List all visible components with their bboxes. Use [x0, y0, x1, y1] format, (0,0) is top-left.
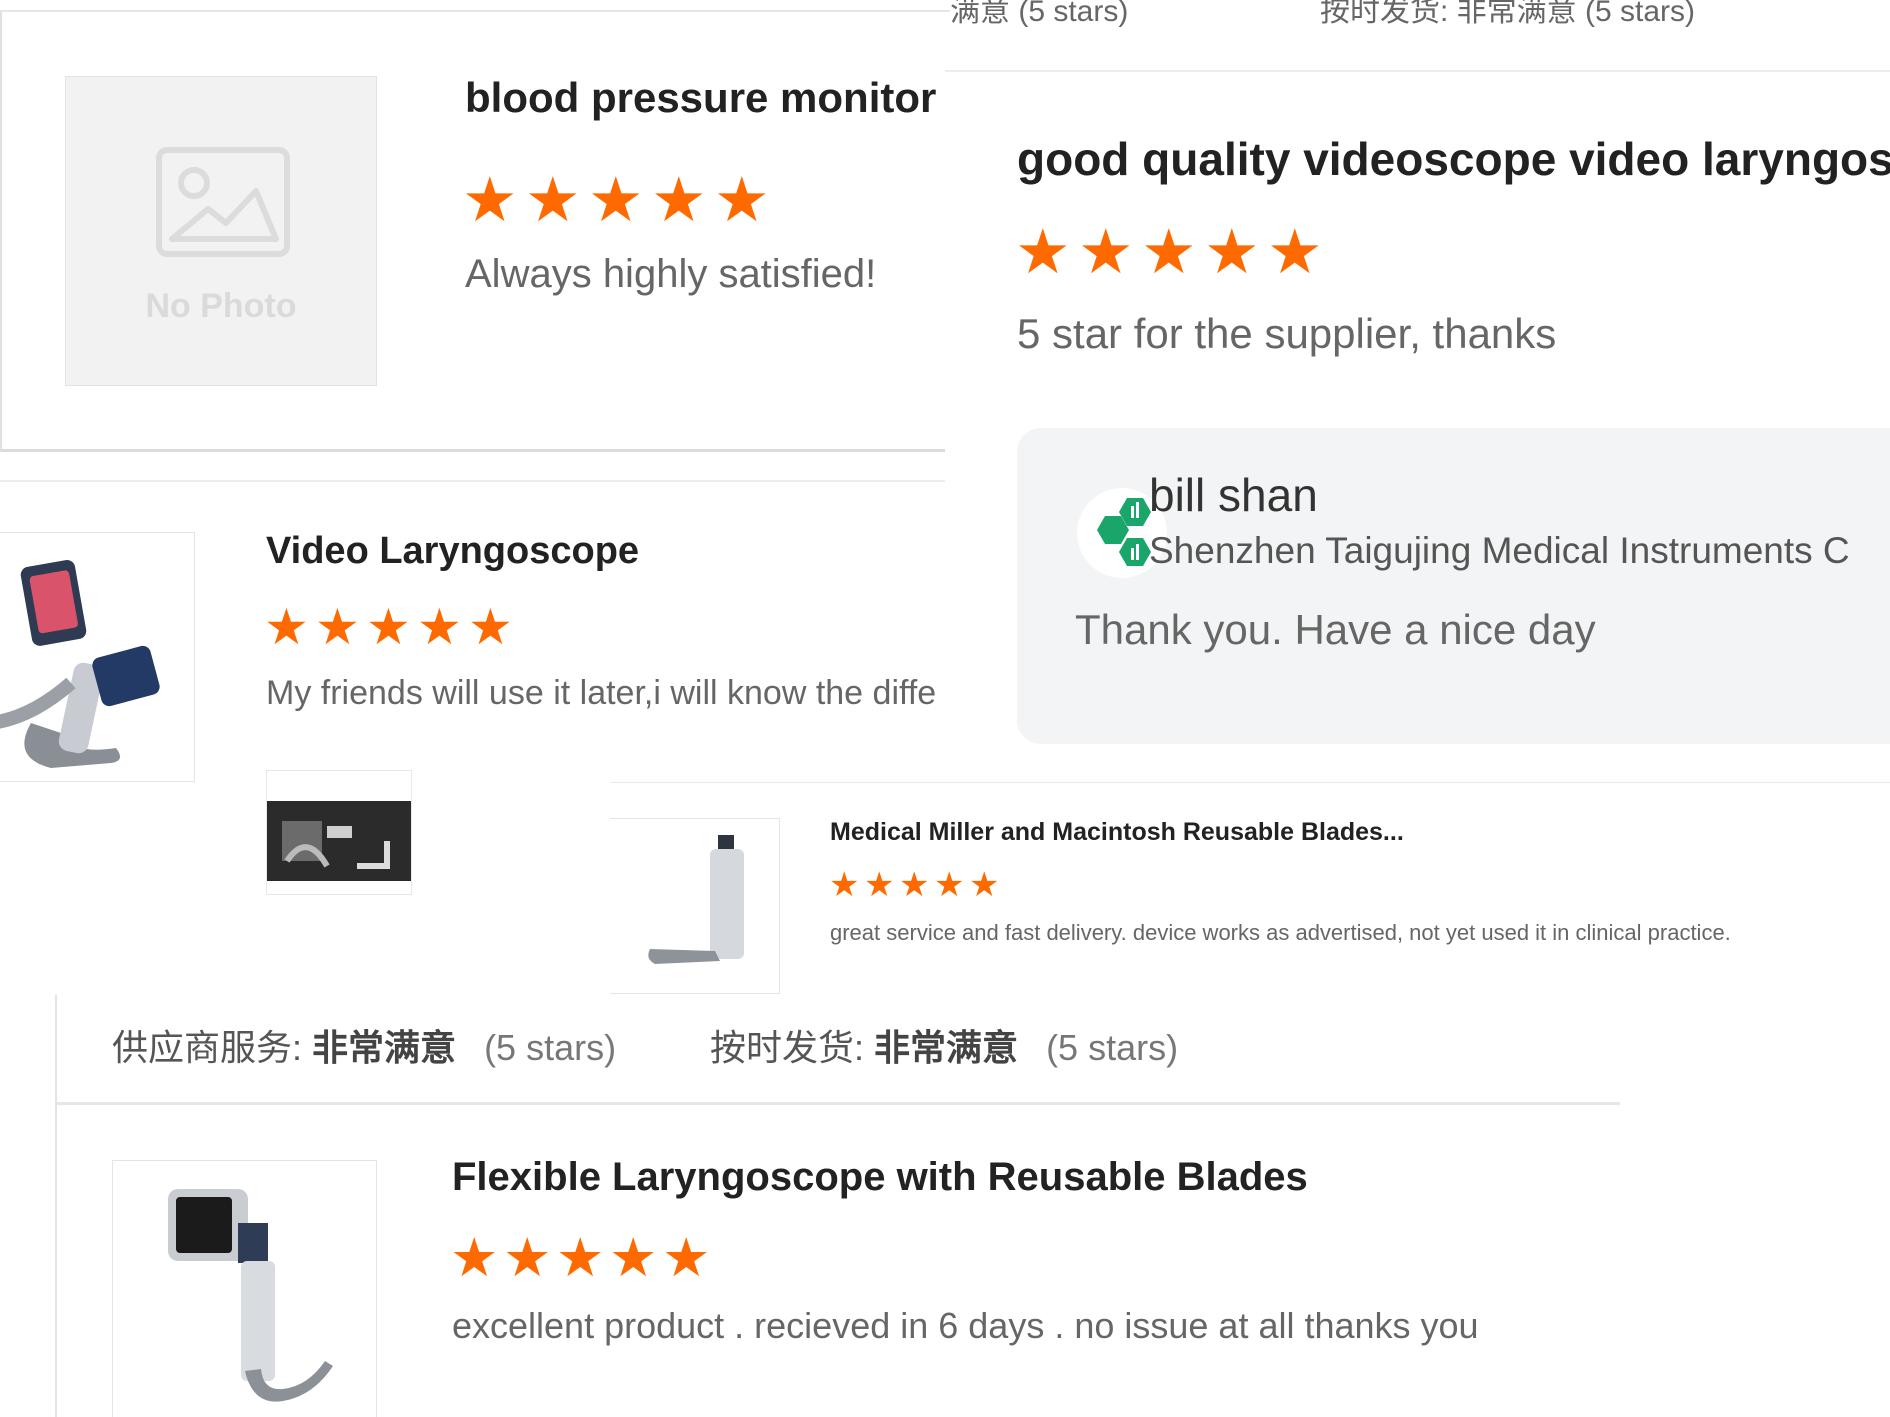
- no-photo-label: No Photo: [145, 287, 297, 325]
- laryngoscope-blade-image: [648, 835, 744, 964]
- review-2-product-title[interactable]: good quality videoscope video laryngosc: [1017, 132, 1890, 186]
- star-icon: ★: [1141, 218, 1197, 287]
- review-2-rating: ★ ★ ★ ★ ★: [1015, 222, 1330, 284]
- supplier-service-stars: (5 stars): [484, 1027, 617, 1068]
- review-card-5: 供应商服务: 非常满意 (5 stars) 按时发货: 非常满意 (5 star…: [0, 995, 1890, 1417]
- star-icon: ★: [662, 1228, 711, 1288]
- review-3-buyer-photo[interactable]: [266, 770, 412, 895]
- star-icon: ★: [864, 866, 895, 904]
- star-icon: ★: [899, 866, 930, 904]
- supplier-service-rating: 供应商服务: 非常满意 (5 stars): [112, 1019, 616, 1071]
- star-icon: ★: [1078, 218, 1134, 287]
- star-icon: ★: [714, 166, 770, 235]
- star-icon: ★: [462, 166, 518, 235]
- shipping-stars: (5 stars): [1046, 1027, 1179, 1068]
- supplier-reply: bill shan Shenzhen Taigujing Medical Ins…: [1017, 428, 1890, 744]
- star-icon: ★: [969, 866, 1000, 904]
- top-strip-fragment-right: 按时发货: 非常满意 (5 stars): [1320, 0, 1696, 28]
- review-1-product-title[interactable]: blood pressure monitor: [465, 74, 936, 122]
- review-4-product-title[interactable]: Medical Miller and Macintosh Reusable Bl…: [830, 818, 1404, 847]
- supplier-service-value: 非常满意: [312, 1027, 457, 1068]
- star-icon: ★: [556, 1228, 605, 1288]
- star-icon: ★: [609, 1228, 658, 1288]
- review-5-rating: ★ ★ ★ ★ ★: [450, 1231, 715, 1285]
- star-icon: ★: [651, 166, 707, 235]
- image-placeholder-icon: [156, 147, 290, 257]
- flexible-laryngoscope-image: [168, 1189, 333, 1402]
- review-4-rating: ★ ★ ★ ★ ★: [829, 868, 1004, 902]
- star-icon: ★: [450, 1228, 499, 1288]
- star-icon: ★: [1015, 218, 1071, 287]
- reply-company-name[interactable]: Shenzhen Taigujing Medical Instruments C: [1149, 530, 1850, 572]
- star-icon: ★: [417, 599, 462, 655]
- review-5-product-image[interactable]: [112, 1160, 377, 1417]
- star-icon: ★: [1204, 218, 1260, 287]
- reply-author-name: bill shan: [1149, 469, 1318, 521]
- supplier-service-label: 供应商服务:: [112, 1027, 303, 1068]
- review-1-rating: ★ ★ ★ ★ ★: [462, 170, 777, 232]
- review-3-text: My friends will use it later,i will know…: [266, 674, 937, 712]
- review-4-text: great service and fast delivery. device …: [830, 920, 1731, 945]
- review-3-rating: ★ ★ ★ ★ ★: [264, 602, 519, 652]
- star-icon: ★: [315, 599, 360, 655]
- review-2-text: 5 star for the supplier, thanks: [1017, 310, 1557, 357]
- review-5-text: excellent product . recieved in 6 days .…: [452, 1305, 1479, 1346]
- review-3-product-image[interactable]: [0, 532, 195, 782]
- star-icon: ★: [503, 1228, 552, 1288]
- star-icon: ★: [588, 166, 644, 235]
- no-photo-placeholder[interactable]: No Photo: [65, 76, 377, 386]
- shipping-value: 非常满意: [874, 1027, 1019, 1068]
- review-card-1: No Photo blood pressure monitor ★ ★ ★ ★ …: [0, 12, 945, 452]
- top-strip-fragment-left: 满意 (5 stars): [950, 0, 1129, 28]
- review-card-2: good quality videoscope video laryngosc …: [945, 70, 1890, 750]
- star-icon: ★: [468, 599, 513, 655]
- review-5-product-title[interactable]: Flexible Laryngoscope with Reusable Blad…: [452, 1155, 1308, 1200]
- on-time-shipping-rating: 按时发货: 非常满意 (5 stars): [710, 1019, 1178, 1071]
- review-4-product-image[interactable]: [610, 818, 780, 994]
- star-icon: ★: [525, 166, 581, 235]
- laryngoscope-image: [0, 560, 160, 768]
- reply-message: Thank you. Have a nice day: [1075, 606, 1596, 653]
- review-card-4: Medical Miller and Macintosh Reusable Bl…: [610, 750, 1890, 995]
- star-icon: ★: [264, 599, 309, 655]
- review-1-text: Always highly satisfied!: [465, 252, 877, 296]
- review-3-product-title[interactable]: Video Laryngoscope: [266, 530, 639, 573]
- star-icon: ★: [366, 599, 411, 655]
- shipping-label: 按时发货:: [710, 1027, 865, 1068]
- buyer-photo-image: [267, 801, 411, 881]
- star-icon: ★: [829, 866, 860, 904]
- star-icon: ★: [1267, 218, 1323, 287]
- star-icon: ★: [934, 866, 965, 904]
